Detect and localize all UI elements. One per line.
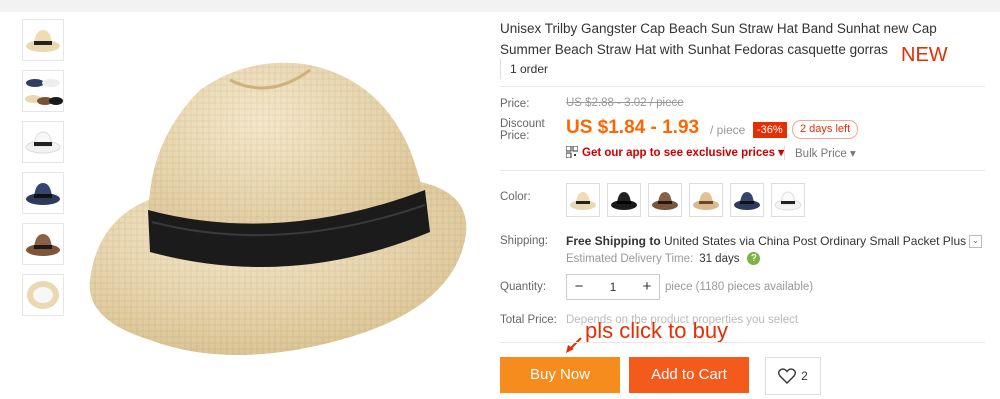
total-price-label: Total Price: <box>500 314 557 326</box>
thumbnail-brown-hat[interactable] <box>22 223 64 265</box>
shipping-destination: United States via China Post Ordinary Sm… <box>664 234 967 248</box>
buy-now-button[interactable]: Buy Now <box>500 357 620 393</box>
price-unit: / piece <box>710 123 746 137</box>
handwritten-note: pls click to buy <box>585 318 729 343</box>
thumbnail-hat-top-view[interactable] <box>22 274 64 316</box>
wishlist-button[interactable]: 2 <box>765 357 821 395</box>
chevron-down-icon[interactable]: ⌄ <box>969 235 982 248</box>
order-count: 1 order <box>500 59 570 79</box>
divider <box>500 170 985 171</box>
thumbnail-list <box>22 19 64 325</box>
discount-badge: -36% <box>753 122 787 138</box>
divider <box>500 342 985 343</box>
new-note: NEW <box>901 44 948 66</box>
color-swatch-brown[interactable] <box>648 183 682 217</box>
top-bar <box>0 0 1000 12</box>
minus-icon[interactable]: − <box>567 275 591 299</box>
bulk-price-dropdown[interactable]: Bulk Price ▾ <box>784 146 856 160</box>
color-label: Color: <box>500 191 531 203</box>
color-swatch-navy[interactable] <box>730 183 764 217</box>
price-label: Price: <box>500 98 530 110</box>
main-product-image[interactable] <box>80 40 480 370</box>
shipping-free: Free Shipping to <box>566 234 661 248</box>
plus-icon[interactable]: + <box>635 275 659 299</box>
shipping-method[interactable]: Free Shipping to United States via China… <box>566 234 966 248</box>
thumbnail-white-hat[interactable] <box>22 121 64 163</box>
quantity-label: Quantity: <box>500 281 547 293</box>
thumbnail-beige-hat[interactable] <box>22 19 64 61</box>
heart-icon <box>778 368 797 384</box>
qr-code-icon <box>566 146 578 158</box>
discount-price-label: Discount Price: <box>500 118 545 142</box>
delivery-label: Estimated Delivery Time: <box>566 252 694 265</box>
quantity-value[interactable]: 1 <box>591 280 635 294</box>
thumbnail-multi-hats[interactable] <box>22 70 64 112</box>
quantity-stepper: − 1 + <box>566 274 660 300</box>
product-title: Unisex Trilby Gangster Cap Beach Sun Str… <box>500 21 937 57</box>
color-options <box>566 183 812 217</box>
arrow-icon <box>566 337 582 353</box>
color-swatch-black[interactable] <box>607 183 641 217</box>
quantity-availability: piece (1180 pieces available) <box>665 281 814 293</box>
shipping-label: Shipping: <box>500 235 548 247</box>
original-price: US $2.88 - 3.02 / piece <box>566 97 684 109</box>
delivery-days: 31 days <box>699 252 740 265</box>
current-price: US $1.84 - 1.93 <box>566 117 700 138</box>
app-promo-text: Get our app to see exclusive prices ▾ <box>582 147 784 159</box>
thumbnail-navy-hat[interactable] <box>22 172 64 214</box>
app-promo-link[interactable]: Get our app to see exclusive prices ▾ <box>566 145 784 159</box>
time-left-badge: 2 days left <box>792 120 859 139</box>
delivery-estimate: Estimated Delivery Time: 31 days ? <box>566 252 761 265</box>
wishlist-count: 2 <box>801 369 808 383</box>
color-swatch-white[interactable] <box>771 183 805 217</box>
divider <box>500 86 985 87</box>
add-to-cart-button[interactable]: Add to Cart <box>629 357 749 393</box>
color-swatch-beige[interactable] <box>566 183 600 217</box>
color-swatch-khaki[interactable] <box>689 183 723 217</box>
question-icon[interactable]: ? <box>747 252 761 265</box>
